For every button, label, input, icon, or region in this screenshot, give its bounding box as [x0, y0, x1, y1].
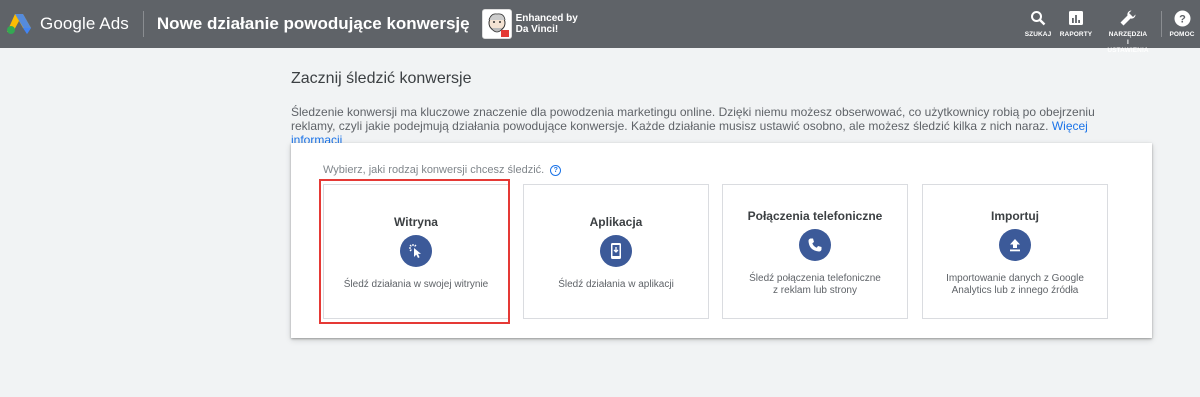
extension-label-line2: Da Vinci! [515, 24, 559, 35]
tools-label-line2: I [1127, 39, 1129, 46]
product-name: Google Ads [40, 14, 129, 33]
card-description: Śledź działania w swojej witrynie [343, 279, 489, 290]
extension-badge[interactable]: Enhanced by Da Vinci! [481, 9, 578, 39]
card-phone-calls[interactable]: Połączenia telefoniczne Śledź połączenia… [722, 184, 908, 319]
card-title: Witryna [394, 215, 438, 229]
help-button[interactable]: ? POMOC [1164, 0, 1200, 38]
reports-label: RAPORTY [1059, 31, 1093, 38]
question-help-icon[interactable]: ? [550, 164, 562, 176]
tools-label-line3: USTAWIENIA [1107, 47, 1149, 54]
cursor-click-icon [400, 235, 432, 267]
extension-avatar-icon [481, 9, 512, 39]
help-label: POMOC [1169, 31, 1195, 38]
card-description-line1: Śledź połączenia telefoniczne [749, 273, 881, 284]
upload-icon [999, 229, 1031, 261]
search-label: SZUKAJ [1024, 31, 1052, 38]
google-ads-logo-icon [7, 14, 31, 34]
reports-button[interactable]: RAPORTY [1058, 0, 1094, 38]
card-description: Importowanie danych z Google Analytics l… [933, 273, 1097, 297]
svg-text:?: ? [1179, 13, 1186, 25]
card-description-line2: Analytics lub z innego źródła [951, 285, 1079, 296]
card-description-line2: z reklam lub strony [773, 285, 857, 296]
bar-chart-icon [1068, 9, 1084, 27]
mobile-app-icon [600, 235, 632, 267]
search-icon [1030, 9, 1046, 27]
tools-settings-button[interactable]: NARZĘDZIA I USTAWIENIA [1102, 0, 1154, 55]
conversion-type-prompt: Wybierz, jaki rodzaj konwersji chcesz śl… [323, 164, 562, 176]
card-description-line1: Importowanie danych z Google [946, 273, 1084, 284]
card-website[interactable]: Witryna Śledź działania w swojej witryni… [323, 184, 509, 319]
main-content: Zacznij śledzić konwersje Śledzenie konw… [291, 70, 1151, 147]
phone-icon [799, 229, 831, 261]
page-title: Nowe działanie powodujące konwersję [156, 14, 470, 33]
intro-description: Śledzenie konwersji ma kluczowe znaczeni… [291, 105, 1141, 147]
search-button[interactable]: SZUKAJ [1020, 0, 1056, 38]
card-import[interactable]: Importuj Importowanie danych z Google An… [922, 184, 1108, 319]
card-title: Aplikacja [589, 215, 643, 229]
card-title: Importuj [991, 209, 1039, 223]
card-title: Połączenia telefoniczne [747, 209, 883, 223]
prompt-text: Wybierz, jaki rodzaj konwersji chcesz śl… [323, 164, 545, 176]
actions-divider [1161, 11, 1162, 37]
header-divider [142, 11, 144, 37]
wrench-icon [1119, 9, 1137, 27]
conversion-type-panel: Wybierz, jaki rodzaj konwersji chcesz śl… [291, 143, 1152, 338]
help-icon: ? [1174, 9, 1191, 27]
logo-area[interactable]: Google Ads [0, 0, 129, 48]
extension-label-line1: Enhanced by [515, 13, 578, 24]
card-description: Śledź działania w aplikacji [558, 279, 674, 290]
extension-label: Enhanced by Da Vinci! [516, 13, 578, 35]
tools-label-line1: NARZĘDZIA [1108, 31, 1148, 38]
card-description: Śledź połączenia telefoniczne z reklam l… [733, 273, 897, 297]
top-app-bar: Google Ads Nowe działanie powodujące kon… [0, 0, 1200, 54]
intro-text: Śledzenie konwersji ma kluczowe znaczeni… [291, 105, 1095, 133]
section-title: Zacznij śledzić konwersje [291, 70, 472, 87]
card-app[interactable]: Aplikacja Śledź działania w aplikacji [523, 184, 709, 319]
